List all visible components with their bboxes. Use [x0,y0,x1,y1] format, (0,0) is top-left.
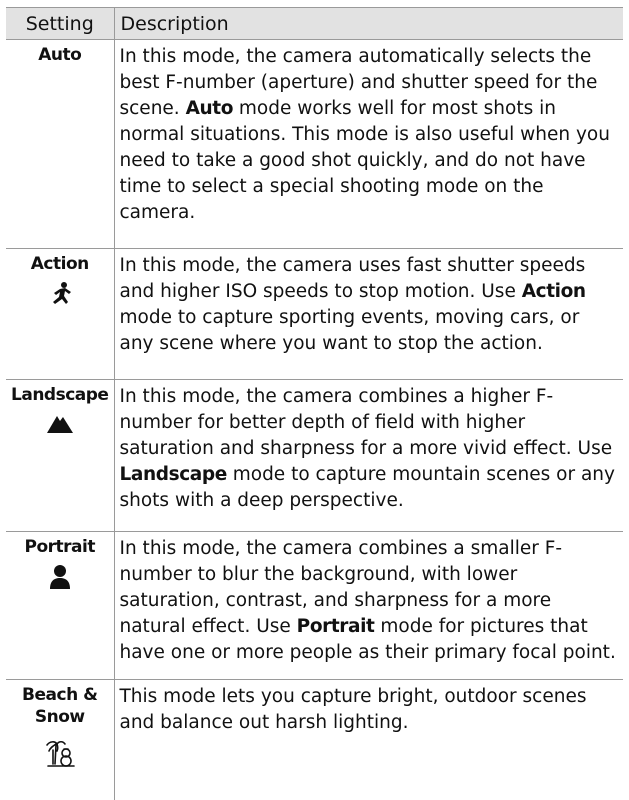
description-cell: In this mode, the camera combines a smal… [114,531,623,680]
table-header-row: Setting Description [6,7,623,40]
mode-name-beach-snow-line2: Snow [34,707,85,727]
description-text: mode to capture sporting events, moving … [119,307,580,354]
table-row: Beach & Snow This mode lets you capture … [6,679,623,800]
table-row: Portrait In this mode, the camera combin… [6,531,623,680]
person-silhouette-icon [49,565,70,589]
mode-name-beach-snow-line1: Beach & [22,685,98,705]
header-description: Description [114,7,623,40]
mode-name-auto: Auto [38,45,82,65]
setting-cell: Landscape [6,379,115,532]
running-person-icon [52,282,71,304]
description-cell: In this mode, the camera uses fast shutt… [114,248,623,380]
description-text: In this mode, the camera uses fast shutt… [119,255,586,302]
setting-cell: Portrait [6,531,115,680]
palm-tree-snowman-icon [45,740,75,767]
table-row: Auto In this mode, the camera automatica… [6,39,623,249]
description-cell: This mode lets you capture bright, outdo… [119,686,587,733]
mode-name-inline: Landscape [119,464,228,485]
mode-name-portrait: Portrait [24,537,96,557]
table-row: Landscape In this mode, the camera combi… [6,379,623,532]
description-cell: In this mode, the camera combines a high… [114,379,623,532]
table-row: Action In this mode, the camera uses fas… [6,248,623,380]
setting-cell: Auto [6,39,115,249]
mode-name-inline: Action [521,281,586,302]
mode-name-inline: Auto [185,98,234,119]
description-cell: In this mode, the camera automatically s… [114,39,623,249]
setting-cell: Action [6,248,115,380]
header-setting: Setting [6,7,115,40]
mode-name-landscape: Landscape [11,385,109,405]
shooting-modes-table: Setting Description Auto In this mode, t… [6,7,623,800]
mode-name-action: Action [30,254,89,274]
mode-name-inline: Portrait [296,616,375,637]
description-text: In this mode, the camera combines a high… [119,386,613,459]
setting-cell: Beach & Snow [6,679,115,800]
mountain-icon [46,416,73,433]
